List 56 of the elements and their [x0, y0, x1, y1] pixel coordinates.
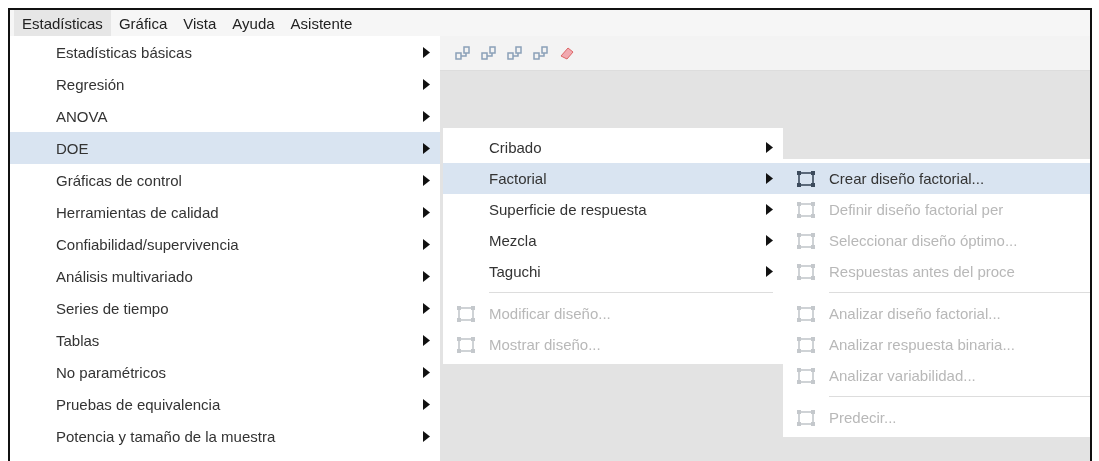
submenu-arrow-icon	[766, 204, 773, 215]
menu-item[interactable]: DOE	[10, 132, 440, 164]
toolbar-icon[interactable]	[506, 44, 524, 62]
square-icon	[796, 200, 816, 219]
menu-bar-item[interactable]: Gráfica	[110, 10, 176, 36]
menu-item[interactable]: Análisis multivariado	[10, 260, 440, 292]
menu-bar-item[interactable]: Estadísticas	[14, 10, 111, 36]
menu-item[interactable]: Pruebas de equivalencia	[10, 388, 440, 420]
submenu-arrow-icon	[423, 334, 430, 346]
menu-item[interactable]: Series de tiempo	[10, 292, 440, 324]
submenu-arrow-icon	[423, 366, 430, 378]
square-icon	[456, 304, 476, 323]
square-icon	[796, 335, 816, 354]
submenu-arrow-icon	[766, 235, 773, 246]
toolbar-icon[interactable]	[480, 44, 498, 62]
submenu-arrow-icon	[423, 78, 430, 90]
menu-item[interactable]: No paramétricos	[10, 356, 440, 388]
menu-item[interactable]: Regresión	[10, 68, 440, 100]
square-icon	[796, 169, 816, 188]
menu-item[interactable]: Tablas	[10, 324, 440, 356]
menu-item[interactable]: Herramientas de calidad	[10, 196, 440, 228]
menu-item[interactable]: Potencia y tamaño de la muestra	[10, 420, 440, 452]
menu-item[interactable]: Confiabilidad/supervivencia	[10, 228, 440, 260]
menu-bar-item[interactable]: Ayuda	[224, 10, 283, 36]
menu-item[interactable]: Cribado	[443, 132, 783, 163]
submenu-arrow-icon	[423, 174, 430, 186]
submenu-arrow-icon	[423, 430, 430, 442]
toolbar-icon[interactable]	[454, 44, 472, 62]
menu-bar-item[interactable]: Asistente	[282, 10, 361, 36]
submenu-arrow-icon	[766, 173, 773, 184]
square-icon	[456, 335, 476, 354]
submenu-arrow-icon	[423, 302, 430, 314]
menu-item[interactable]: Taguchi	[443, 256, 783, 287]
submenu-arrow-icon	[423, 110, 430, 122]
square-icon	[796, 262, 816, 281]
submenu-arrow-icon	[423, 46, 430, 58]
menu-item[interactable]: ANOVA	[10, 100, 440, 132]
submenu-arrow-icon	[423, 398, 430, 410]
menu-bar-item[interactable]: Vista	[175, 10, 225, 36]
submenu-arrow-icon	[766, 142, 773, 153]
menu-item[interactable]: Gráficas de control	[10, 164, 440, 196]
square-icon	[796, 231, 816, 250]
menu-item[interactable]: Factorial	[443, 163, 783, 194]
menu-item[interactable]: Mezcla	[443, 225, 783, 256]
submenu-arrow-icon	[423, 270, 430, 282]
submenu-arrow-icon	[423, 206, 430, 218]
submenu-arrow-icon	[423, 142, 430, 154]
menu-item[interactable]: Crear diseño factorial...	[783, 163, 1090, 194]
submenu-arrow-icon	[766, 266, 773, 277]
menu-item[interactable]: Estadísticas básicas	[10, 36, 440, 68]
submenu-arrow-icon	[423, 238, 430, 250]
square-icon	[796, 408, 816, 427]
toolbar-icon[interactable]	[532, 44, 550, 62]
square-icon	[796, 366, 816, 385]
menu-item[interactable]: Superficie de respuesta	[443, 194, 783, 225]
square-icon	[796, 304, 816, 323]
